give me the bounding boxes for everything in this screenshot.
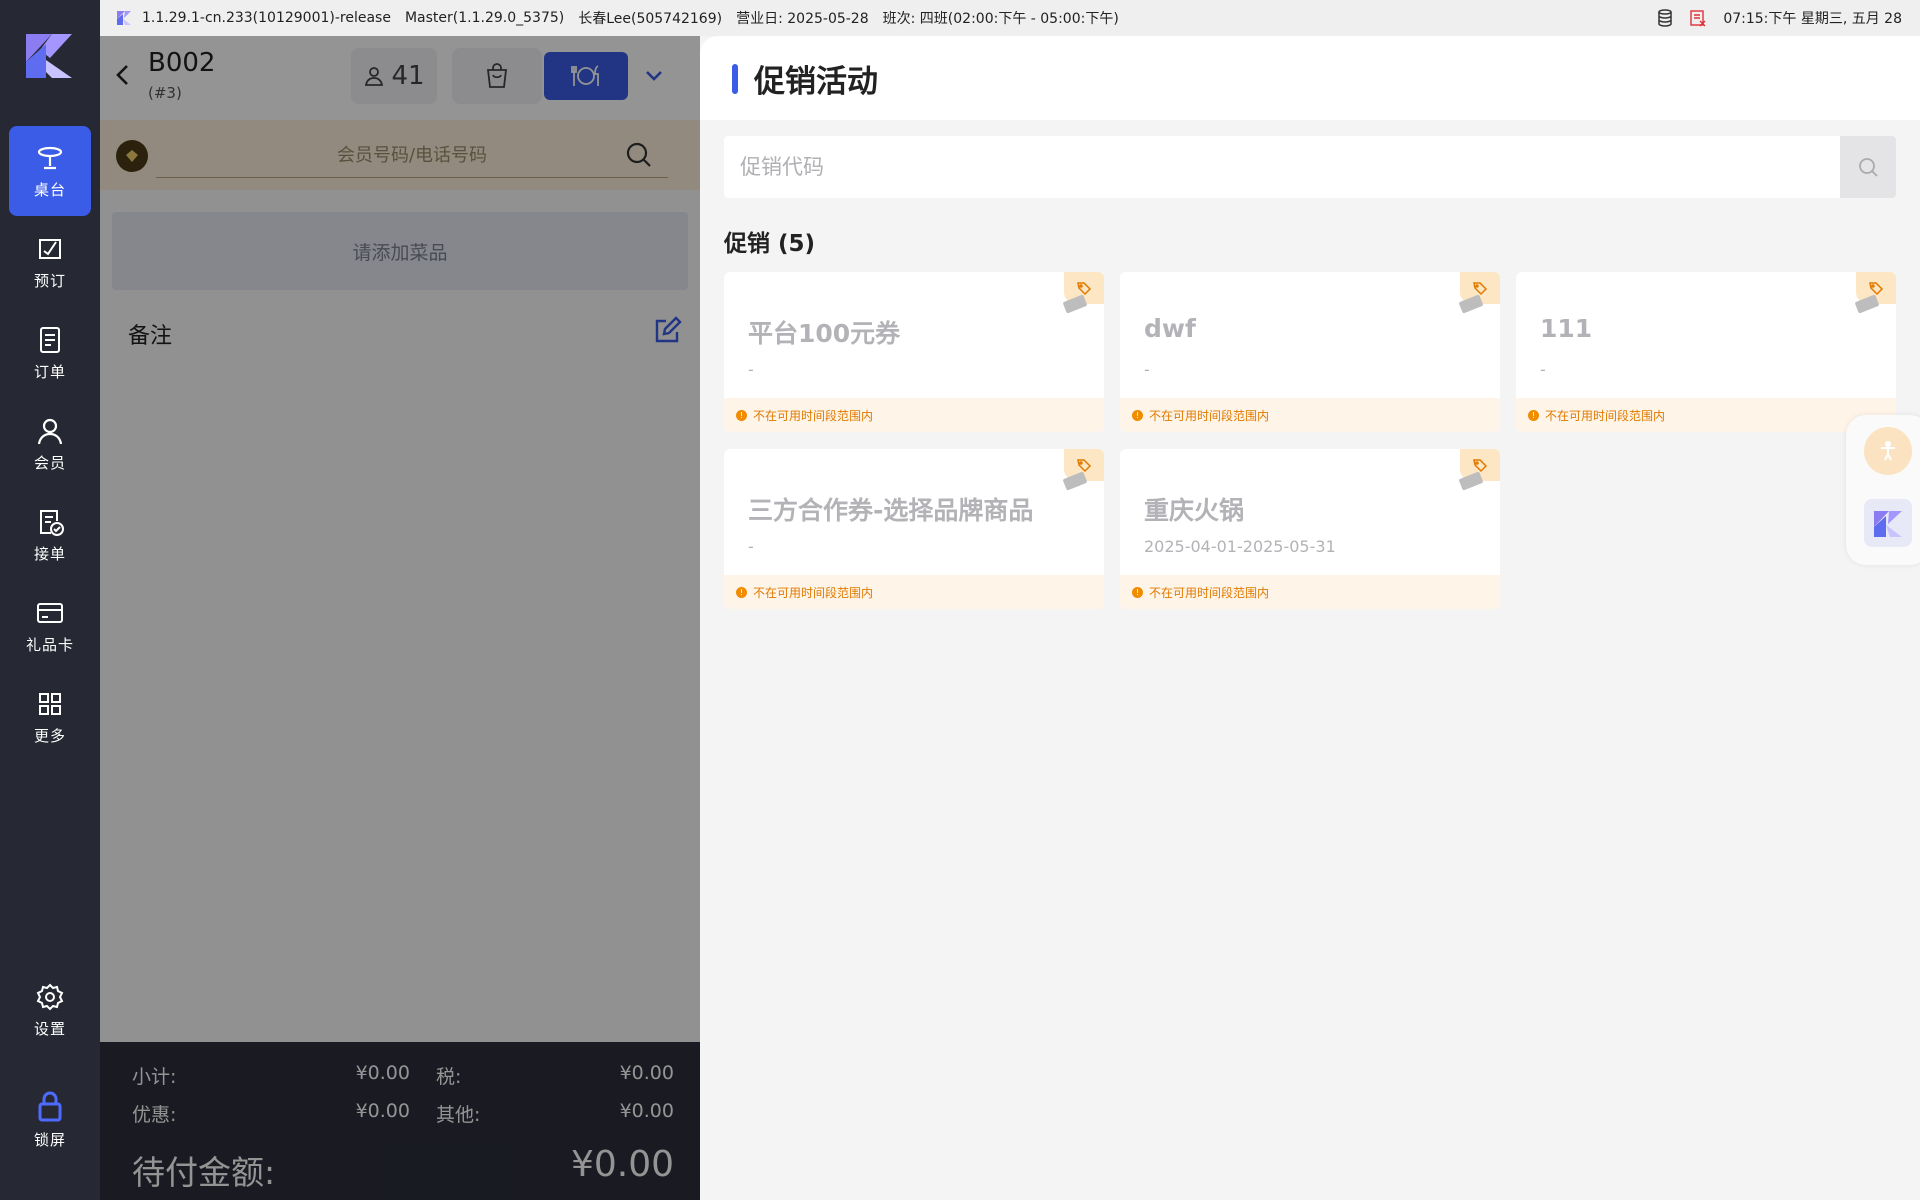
reservation-icon [39,238,61,259]
promo-code-box [724,136,1896,198]
table-icon [37,146,63,169]
promo-status: ! 不在可用时间段范围内 [1120,398,1500,432]
nav-label: 会员 [33,453,66,472]
datetime: 07:15:下午 星期三, 五月 28 [1723,11,1902,27]
search-icon [1859,158,1878,177]
member-icon [37,418,63,444]
promo-status: ! 不在可用时间段范围内 [1516,398,1896,432]
warning-icon: ! [1528,409,1539,421]
nav-item-accept-orders[interactable]: 接单 [9,490,91,580]
status-bar: 1.1.29.1-cn.233(10129001)-release Master… [100,0,1920,36]
promo-card[interactable]: 三方合作券-选择品牌商品 - ! 不在可用时间段范围内 [724,449,1104,609]
accept-order-icon [40,509,64,536]
promo-count: 促销 (5) [724,231,816,257]
warning-icon: ! [1132,409,1143,421]
nav-item-members[interactable]: 会员 [9,399,91,489]
promo-status: ! 不在可用时间段范围内 [724,575,1104,609]
promo-search-button[interactable] [1840,136,1896,198]
promo-status-text: 不在可用时间段范围内 [753,408,874,423]
drawer-title: 促销活动 [754,64,878,100]
app-version: 1.1.29.1-cn.233(10129001)-release [142,10,391,26]
nav-item-gift-cards[interactable]: 礼品卡 [9,581,91,671]
app-logo-icon [26,34,72,78]
promo-period: - [748,360,754,379]
business-day: 营业日: 2025-05-28 [736,11,869,27]
order-panel: B002 (#3) 41 请添加菜品 备注 小计: ¥0.00 税: ¥0.00… [100,36,700,1200]
promo-name: 重庆火锅 [1144,496,1245,525]
promo-status-text: 不在可用时间段范围内 [1149,585,1270,600]
promo-period: - [1540,360,1546,379]
modal-overlay[interactable] [100,36,700,1200]
accessibility-icon [1881,441,1895,461]
database-icon[interactable] [1657,9,1673,27]
orders-icon [40,326,60,353]
promo-name: 111 [1540,314,1593,343]
grid-icon [39,692,61,715]
promo-name: 三方合作券-选择品牌商品 [748,496,1034,525]
promo-status-text: 不在可用时间段范围内 [1149,408,1270,423]
current-user: 长春Lee(505742169) [578,11,723,27]
promo-card[interactable]: 重庆火锅 2025-04-01-2025-05-31 ! 不在可用时间段范围内 [1120,449,1500,609]
nav-label: 设置 [33,1019,66,1038]
nav-label: 锁屏 [33,1130,66,1149]
gift-card-icon [37,602,63,623]
gear-icon [36,983,64,1010]
promo-period: - [1144,360,1150,379]
warning-icon: ! [736,586,747,598]
promo-status-text: 不在可用时间段范围内 [753,585,874,600]
lock-icon [38,1091,62,1121]
assistant-button[interactable] [1864,499,1912,547]
nav-label: 桌台 [33,180,66,199]
nav-item-orders[interactable]: 订单 [9,308,91,398]
nav-item-tables[interactable]: 桌台 [9,126,91,216]
promo-status: ! 不在可用时间段范围内 [724,398,1104,432]
promo-code-input[interactable] [724,136,1840,198]
promo-name: 平台100元券 [748,319,901,348]
nav-item-settings[interactable]: 设置 [9,965,91,1055]
promo-card[interactable]: 111 - ! 不在可用时间段范围内 [1516,272,1896,432]
nav-label: 接单 [33,544,66,563]
nav-label: 礼品卡 [25,635,74,654]
floating-toolbar [1846,415,1920,565]
master-version: Master(1.1.29.0_5375) [404,10,565,26]
nav-label: 预订 [33,271,66,290]
title-accent-bar [732,64,738,94]
accessibility-button[interactable] [1864,427,1912,475]
promo-period: 2025-04-01-2025-05-31 [1144,537,1336,556]
warning-icon: ! [1132,586,1143,598]
nav-label: 订单 [33,362,66,381]
printer-error-icon[interactable] [1689,9,1707,27]
nav-item-more[interactable]: 更多 [9,672,91,762]
promo-card[interactable]: dwf - ! 不在可用时间段范围内 [1120,272,1500,432]
nav-label: 更多 [33,726,66,745]
drawer-header: 促销活动 [700,36,1920,120]
promo-period: - [748,537,754,556]
nav-item-reservations[interactable]: 预订 [9,217,91,307]
app-logo-icon [117,11,131,25]
app-logo-icon [1874,511,1902,537]
main-nav: 桌台 预订 订单 会员 接单 礼品卡 更多 设置 锁屏 [0,0,100,1200]
warning-icon: ! [736,409,747,421]
promo-name: dwf [1144,314,1196,343]
promo-status-text: 不在可用时间段范围内 [1545,408,1666,423]
promotions-drawer: 促销活动 促销 (5) 平台100元券 - ! 不在可用时间段范围内 dwf - … [700,36,1920,1200]
promo-card[interactable]: 平台100元券 - ! 不在可用时间段范围内 [724,272,1104,432]
nav-item-lock-screen[interactable]: 锁屏 [9,1074,91,1164]
promo-status: ! 不在可用时间段范围内 [1120,575,1500,609]
shift-info: 班次: 四班(02:00:下午 - 05:00:下午) [882,11,1119,27]
